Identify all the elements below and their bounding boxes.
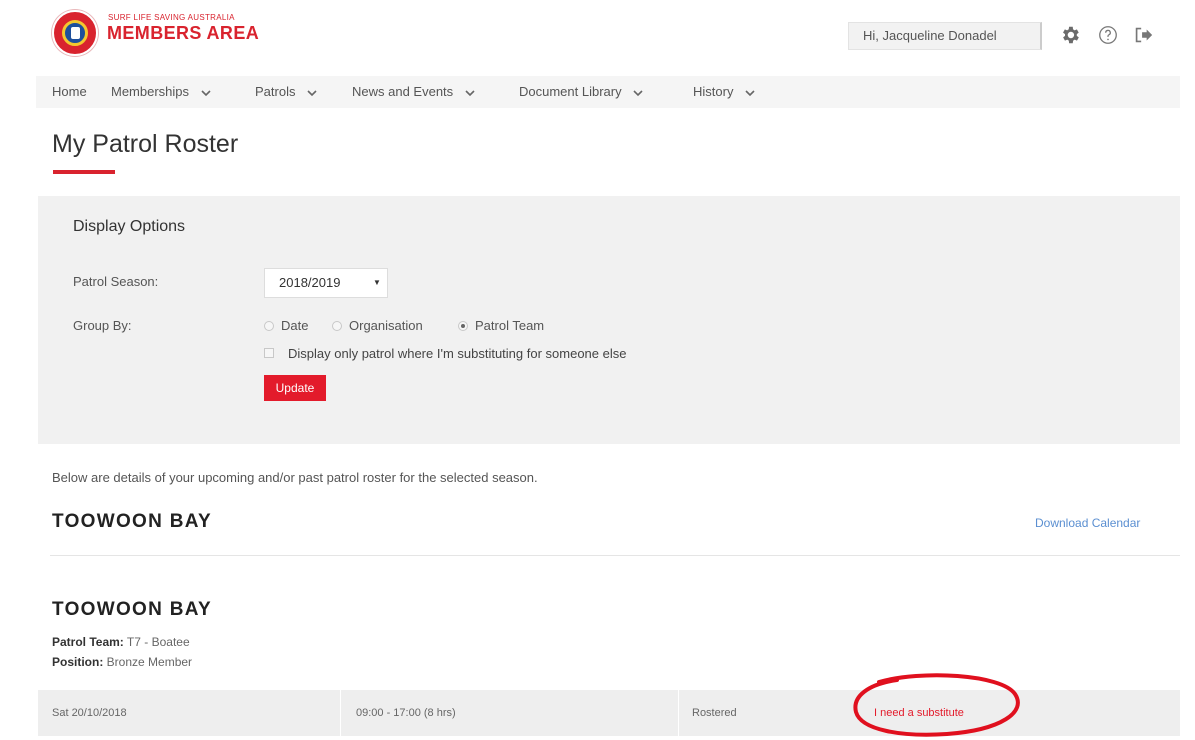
chevron-down-icon bbox=[307, 89, 317, 96]
logo-emblem-icon bbox=[62, 20, 88, 46]
cell-divider bbox=[340, 690, 341, 736]
radio-label: Organisation bbox=[349, 318, 423, 333]
settings-gear-icon[interactable] bbox=[1059, 24, 1081, 46]
surf-life-saving-logo[interactable] bbox=[52, 10, 98, 56]
nav-item-home[interactable]: Home bbox=[52, 76, 87, 108]
display-options-panel: Display Options Patrol Season: 2018/2019… bbox=[38, 196, 1180, 444]
patrol-season-value: 2018/2019 bbox=[279, 275, 341, 290]
nav-item-document-library[interactable]: Document Library bbox=[519, 76, 644, 108]
roster-status: Rostered bbox=[692, 707, 737, 719]
chevron-down-icon bbox=[201, 89, 211, 96]
update-button[interactable]: Update bbox=[264, 375, 326, 401]
patrol-group-heading: TOOWOON BAY bbox=[52, 599, 212, 620]
nav-item-history[interactable]: History bbox=[693, 76, 756, 108]
position-label: Position: bbox=[52, 655, 104, 669]
nav-item-label: Document Library bbox=[519, 84, 622, 99]
roster-time: 09:00 - 17:00 (8 hrs) bbox=[356, 707, 456, 719]
nav-item-label: Home bbox=[52, 84, 87, 99]
chevron-down-icon bbox=[633, 89, 643, 96]
patrol-team-label: Patrol Team: bbox=[52, 635, 124, 649]
checkbox-icon bbox=[264, 348, 274, 358]
section-divider bbox=[50, 555, 1180, 556]
roster-row: Sat 20/10/2018 09:00 - 17:00 (8 hrs) Ros… bbox=[38, 690, 1180, 736]
dropdown-caret-icon: ▼ bbox=[373, 278, 381, 287]
radio-button-icon bbox=[332, 321, 342, 331]
brand-org-name: SURF LIFE SAVING AUSTRALIA bbox=[108, 13, 235, 22]
chevron-down-icon bbox=[465, 89, 475, 96]
nav-item-patrols[interactable]: Patrols bbox=[255, 76, 318, 108]
brand-title[interactable]: MEMBERS AREA bbox=[107, 23, 259, 44]
patrol-season-label: Patrol Season: bbox=[73, 274, 159, 289]
nav-item-news-and-events[interactable]: News and Events bbox=[352, 76, 476, 108]
title-underline bbox=[53, 170, 115, 174]
cell-divider bbox=[678, 690, 679, 736]
site-header: SURF LIFE SAVING AUSTRALIA MEMBERS AREA … bbox=[0, 0, 1195, 76]
nav-item-label: Patrols bbox=[255, 84, 296, 99]
chevron-down-icon bbox=[745, 89, 755, 96]
intro-text: Below are details of your upcoming and/o… bbox=[52, 470, 538, 485]
nav-item-label: News and Events bbox=[352, 84, 454, 99]
roster-date: Sat 20/10/2018 bbox=[52, 707, 127, 719]
checkbox-label: Display only patrol where I'm substituti… bbox=[288, 346, 627, 361]
download-calendar-link[interactable]: Download Calendar bbox=[1035, 516, 1140, 530]
radio-label: Patrol Team bbox=[475, 318, 545, 333]
group-by-organisation-radio[interactable]: Organisation bbox=[332, 318, 423, 333]
patrol-team-value: T7 - Boatee bbox=[126, 635, 190, 649]
radio-label: Date bbox=[281, 318, 309, 333]
nav-item-label: Memberships bbox=[111, 84, 190, 99]
display-options-heading: Display Options bbox=[73, 218, 186, 235]
position-value: Bronze Member bbox=[106, 655, 193, 669]
group-by-date-radio[interactable]: Date bbox=[264, 318, 308, 333]
page-title: My Patrol Roster bbox=[52, 130, 239, 158]
radio-button-icon bbox=[264, 321, 274, 331]
patrol-season-select[interactable]: 2018/2019 ▼ bbox=[264, 268, 388, 298]
nav-item-label: History bbox=[693, 84, 734, 99]
user-greeting[interactable]: Hi, Jacqueline Donadel bbox=[848, 22, 1042, 50]
logout-icon[interactable] bbox=[1132, 24, 1154, 46]
nav-item-memberships[interactable]: Memberships bbox=[111, 76, 212, 108]
radio-button-selected-icon bbox=[458, 321, 468, 331]
position-info: Position: Bronze Member bbox=[52, 655, 192, 669]
group-by-patrol-team-radio[interactable]: Patrol Team bbox=[458, 318, 544, 333]
patrol-team-info: Patrol Team: T7 - Boatee bbox=[52, 635, 190, 649]
club-heading: TOOWOON BAY bbox=[52, 511, 212, 532]
substituting-checkbox[interactable]: Display only patrol where I'm substituti… bbox=[264, 346, 626, 361]
help-icon[interactable] bbox=[1097, 24, 1119, 46]
need-substitute-link[interactable]: I need a substitute bbox=[874, 690, 964, 736]
group-by-label: Group By: bbox=[73, 318, 132, 333]
main-nav: Home Memberships Patrols News and Events… bbox=[36, 76, 1180, 108]
